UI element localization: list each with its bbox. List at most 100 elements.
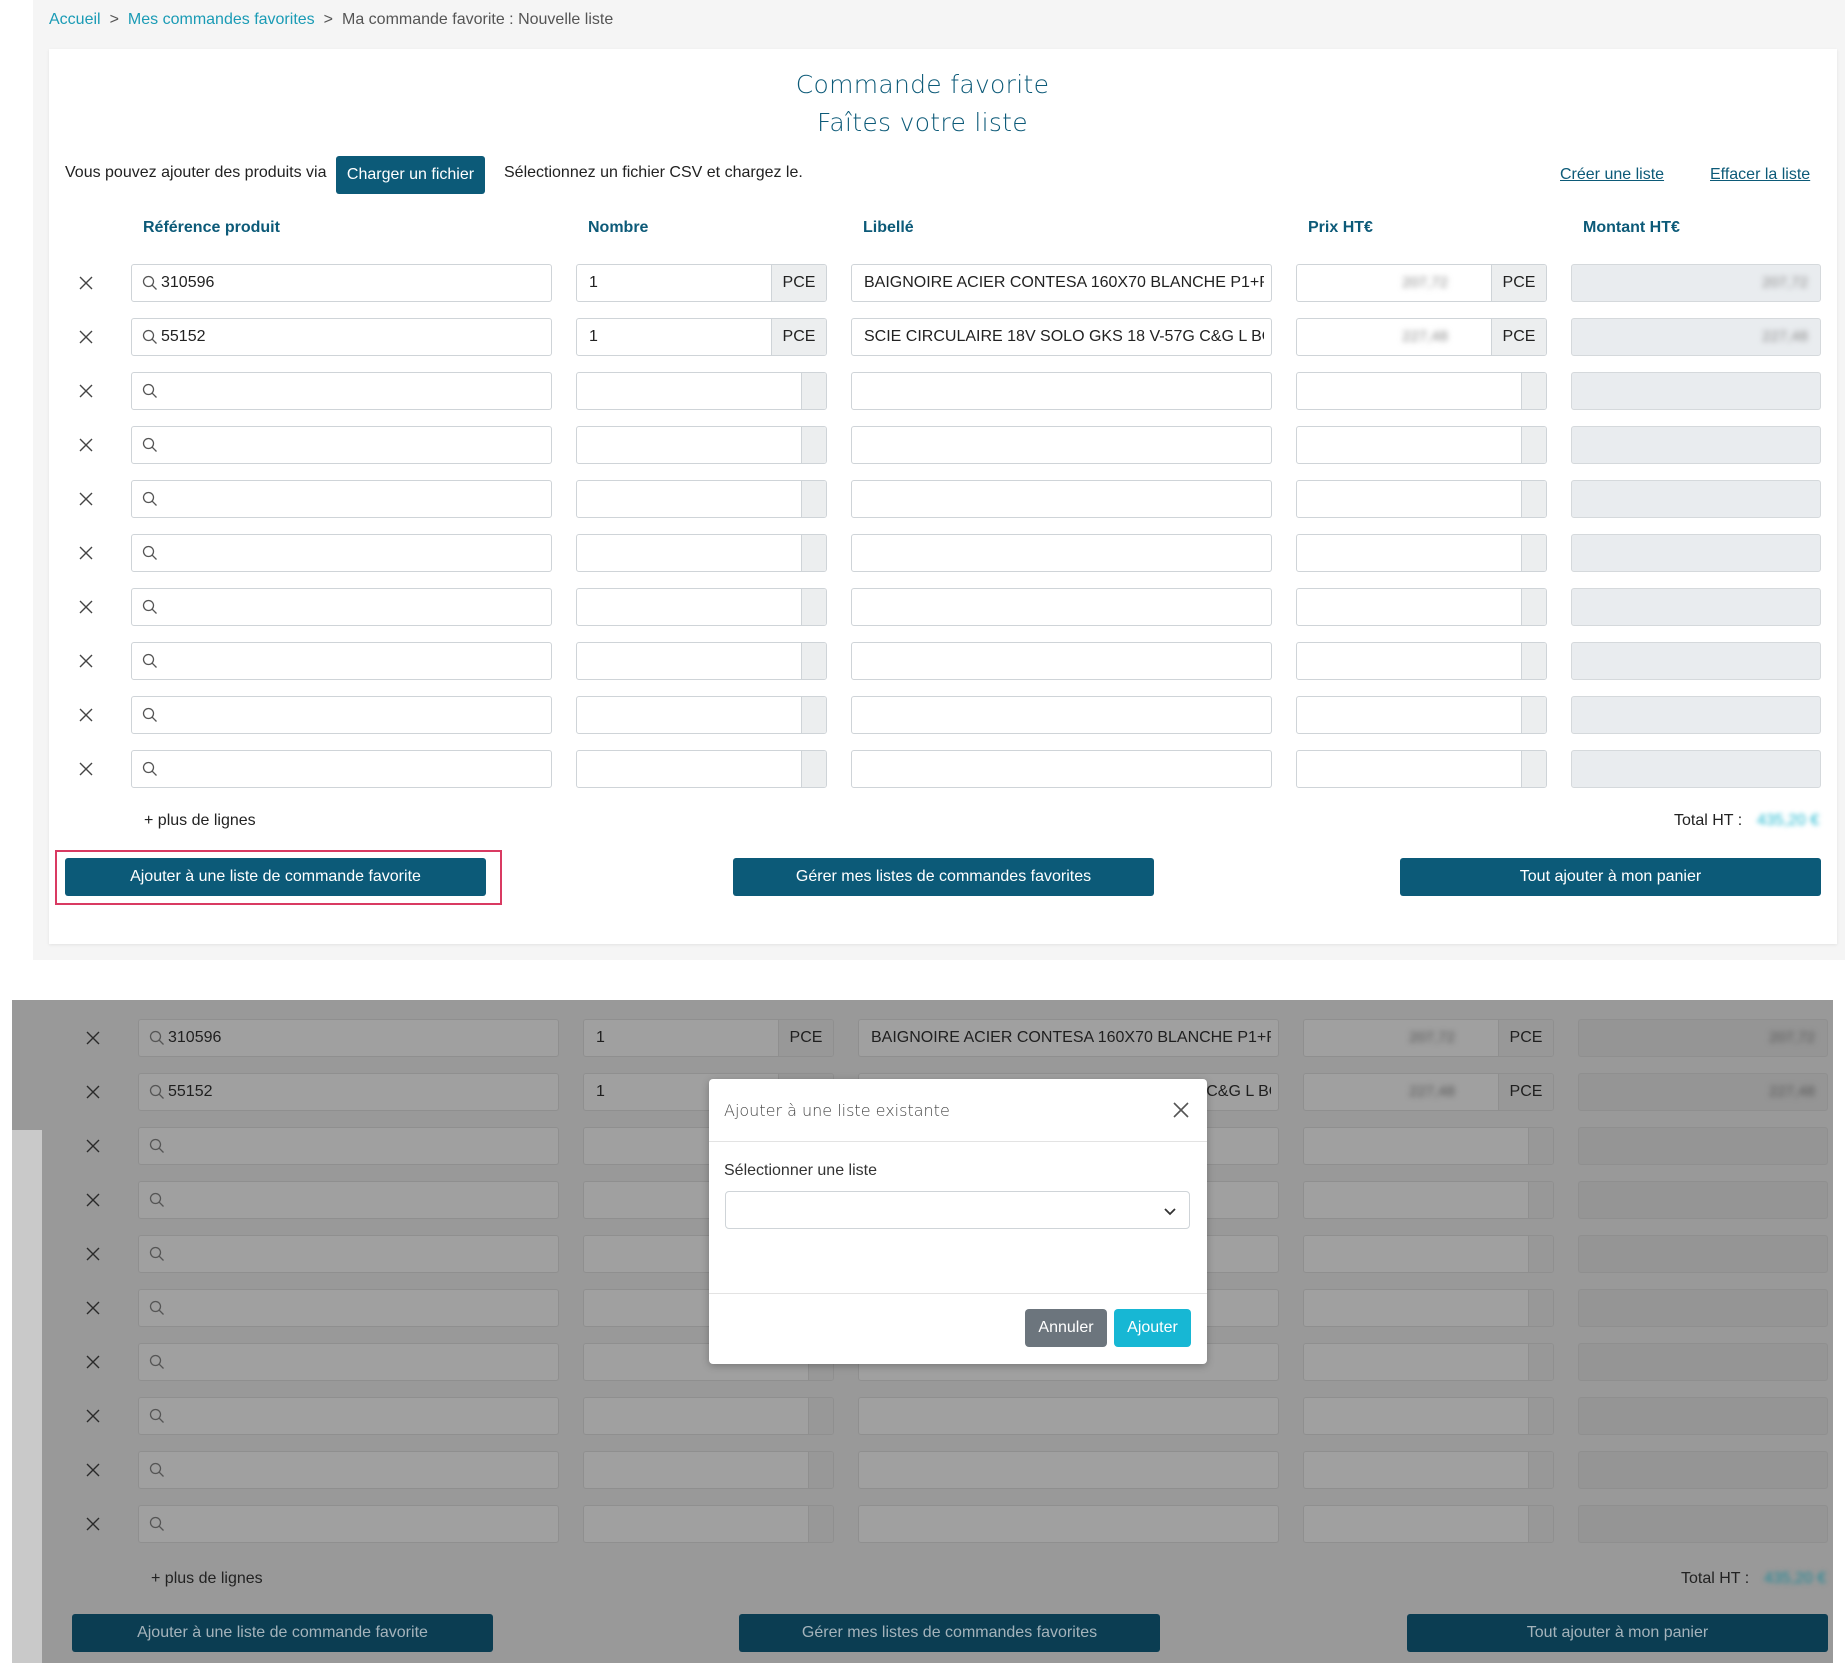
label-input[interactable] <box>851 588 1272 626</box>
reference-input[interactable]: 310596 <box>131 264 552 302</box>
close-icon[interactable] <box>78 275 94 291</box>
label-input[interactable] <box>851 642 1272 680</box>
reference-value: 310596 <box>161 274 215 291</box>
price-unit <box>1528 1344 1553 1380</box>
close-icon[interactable] <box>78 329 94 345</box>
reference-value: 55152 <box>161 328 206 345</box>
add-all-to-cart-button[interactable]: Tout ajouter à mon panier <box>1400 858 1821 896</box>
price-input[interactable] <box>1296 534 1547 572</box>
quantity-input[interactable] <box>576 534 827 572</box>
close-icon[interactable] <box>78 653 94 669</box>
quantity-input[interactable] <box>576 750 827 788</box>
label-input[interactable] <box>851 372 1272 410</box>
reference-input[interactable] <box>131 696 552 734</box>
price-input[interactable] <box>1296 372 1547 410</box>
reference-input[interactable] <box>131 372 552 410</box>
amount-field: 207,72 <box>1571 264 1821 302</box>
quantity-input[interactable]: 1 PCE <box>576 318 827 356</box>
close-icon[interactable] <box>78 383 94 399</box>
label-input[interactable] <box>851 426 1272 464</box>
quantity-input[interactable] <box>576 642 827 680</box>
quantity-input[interactable] <box>576 426 827 464</box>
close-icon[interactable] <box>78 761 94 777</box>
reference-input[interactable] <box>131 426 552 464</box>
amount-field <box>1571 426 1821 464</box>
price-input[interactable] <box>1296 750 1547 788</box>
label-input[interactable] <box>851 480 1272 518</box>
price-input[interactable] <box>1296 480 1547 518</box>
price-input <box>1303 1451 1554 1489</box>
label-input[interactable] <box>851 534 1272 572</box>
confirm-add-button[interactable]: Ajouter <box>1114 1309 1191 1347</box>
amount-field <box>1571 750 1821 788</box>
quantity-input[interactable]: 1 PCE <box>576 264 827 302</box>
label-value: BAIGNOIRE ACIER CONTESA 160X70 BLANCHE P… <box>864 274 1264 291</box>
more-lines-link: + plus de lignes <box>151 1570 263 1587</box>
close-icon[interactable] <box>78 545 94 561</box>
total-label: Total HT : <box>1674 812 1743 829</box>
upload-file-button[interactable]: Charger un fichier <box>336 156 485 194</box>
quantity-input[interactable] <box>576 588 827 626</box>
column-header-label: Libellé <box>863 219 914 236</box>
reference-input[interactable] <box>131 588 552 626</box>
breadcrumb-favorites-link[interactable]: Mes commandes favorites <box>128 11 315 28</box>
import-hint-text: Sélectionnez un fichier CSV et chargez l… <box>504 164 803 181</box>
price-input[interactable] <box>1296 642 1547 680</box>
price-input[interactable]: 207,72 PCE <box>1296 264 1547 302</box>
quantity-input[interactable] <box>576 696 827 734</box>
price-input <box>1303 1127 1554 1165</box>
amount-value: 227,48 <box>1769 1083 1815 1100</box>
close-icon <box>86 1355 100 1369</box>
close-icon[interactable] <box>78 437 94 453</box>
reference-input <box>138 1235 559 1273</box>
search-icon <box>149 1138 164 1153</box>
price-input[interactable] <box>1296 426 1547 464</box>
price-input[interactable] <box>1296 588 1547 626</box>
close-icon <box>86 1031 100 1045</box>
label-input <box>858 1505 1279 1543</box>
label-value: SCIE CIRCULAIRE 18V SOLO GKS 18 V-57G C&… <box>864 328 1264 345</box>
amount-value: 207,72 <box>1762 274 1808 291</box>
add-to-favorite-list-button[interactable]: Ajouter à une liste de commande favorite <box>65 858 486 896</box>
cancel-button[interactable]: Annuler <box>1025 1309 1107 1347</box>
breadcrumb-home-link[interactable]: Accueil <box>49 11 101 28</box>
manage-favorite-lists-button[interactable]: Gérer mes listes de commandes favorites <box>733 858 1154 896</box>
close-icon[interactable] <box>78 707 94 723</box>
price-input[interactable]: 227,48 PCE <box>1296 318 1547 356</box>
label-input[interactable] <box>851 696 1272 734</box>
clear-list-link[interactable]: Effacer la liste <box>1710 166 1810 184</box>
price-value: 207,72 <box>1409 1029 1455 1046</box>
create-list-link[interactable]: Créer une liste <box>1560 166 1664 184</box>
reference-input[interactable]: 55152 <box>131 318 552 356</box>
reference-input <box>138 1289 559 1327</box>
quantity-input[interactable] <box>576 372 827 410</box>
quantity-unit: PCE <box>771 265 826 301</box>
price-value: 227,48 <box>1409 1083 1455 1100</box>
price-input: 227,48 PCE <box>1303 1073 1554 1111</box>
quantity-unit <box>801 589 826 625</box>
price-input[interactable] <box>1296 696 1547 734</box>
label-input[interactable] <box>851 750 1272 788</box>
quantity-unit <box>801 535 826 571</box>
search-icon <box>142 275 157 290</box>
list-select[interactable] <box>725 1191 1190 1229</box>
quantity-value: 1 <box>596 1083 605 1100</box>
reference-input[interactable] <box>131 642 552 680</box>
label-input[interactable]: BAIGNOIRE ACIER CONTESA 160X70 BLANCHE P… <box>851 264 1272 302</box>
close-icon[interactable] <box>78 599 94 615</box>
amount-field <box>1571 372 1821 410</box>
label-input[interactable]: SCIE CIRCULAIRE 18V SOLO GKS 18 V-57G C&… <box>851 318 1272 356</box>
reference-value: 310596 <box>168 1029 222 1046</box>
price-unit: PCE <box>1498 1074 1553 1110</box>
reference-input[interactable] <box>131 750 552 788</box>
price-unit: PCE <box>1491 265 1546 301</box>
quantity-input[interactable] <box>576 480 827 518</box>
close-icon[interactable] <box>1172 1101 1190 1119</box>
more-lines-link[interactable]: + plus de lignes <box>144 812 256 830</box>
price-value: 207,72 <box>1402 274 1448 291</box>
price-unit: PCE <box>1498 1020 1553 1056</box>
reference-input[interactable] <box>131 534 552 572</box>
close-icon[interactable] <box>78 491 94 507</box>
reference-input[interactable] <box>131 480 552 518</box>
breadcrumb: Accueil > Mes commandes favorites > Ma comma… <box>49 11 613 29</box>
